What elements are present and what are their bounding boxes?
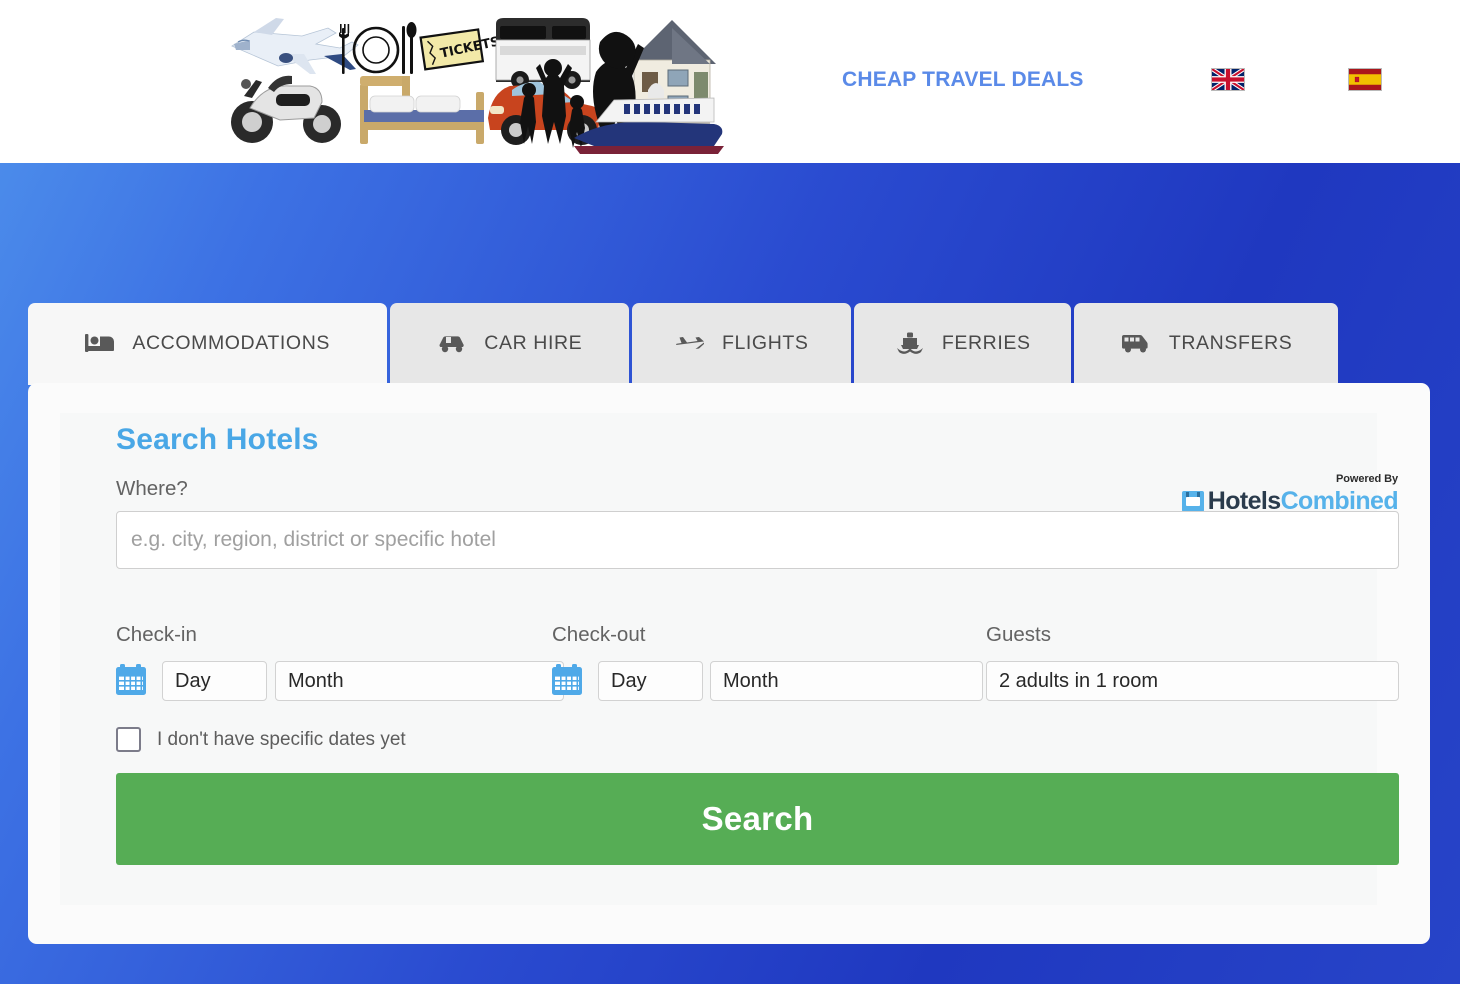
checkout-calendar-icon[interactable] (551, 663, 583, 696)
ferry-icon (895, 332, 925, 354)
guests-label: Guests (986, 623, 1051, 646)
plane-icon (675, 332, 705, 354)
brand-tagline[interactable]: CHEAP TRAVEL DEALS (842, 68, 1084, 92)
tab-car-hire[interactable]: CAR HIRE (390, 303, 630, 385)
tab-accommodations[interactable]: ACCOMMODATIONS (28, 303, 388, 385)
tab-label: TRANSFERS (1168, 331, 1293, 354)
no-specific-dates-label: I don't have specific dates yet (157, 728, 406, 750)
spain-flag-icon[interactable] (1348, 68, 1382, 91)
where-label: Where? (116, 477, 188, 500)
where-input[interactable] (116, 511, 1399, 569)
uk-flag-icon[interactable] (1211, 68, 1245, 91)
hotelscombined-mark-icon (1181, 491, 1204, 512)
tab-flights[interactable]: FLIGHTS (632, 303, 852, 385)
checkin-day-select[interactable]: Day (162, 661, 267, 701)
travel-collage-image: TICKETS (224, 6, 734, 156)
car-icon (437, 332, 467, 354)
search-card: Search Hotels Powered By HotelsCombined … (28, 383, 1430, 944)
tab-label: CAR HIRE (484, 331, 583, 354)
checkout-label: Check-out (552, 623, 646, 646)
search-panel: Search Hotels Powered By HotelsCombined … (60, 413, 1399, 905)
guests-select[interactable]: 2 adults in 1 room (986, 661, 1399, 701)
page-title: Search Hotels (116, 423, 319, 456)
checkin-label: Check-in (116, 623, 197, 646)
checkin-month-select[interactable]: Month (275, 661, 564, 701)
checkout-day-select[interactable]: Day (598, 661, 703, 701)
checkout-month-select[interactable]: Month (710, 661, 983, 701)
search-type-tabs: ACCOMMODATIONS CAR HIRE FLIGHTS FERRIES … (28, 303, 1338, 385)
tab-transfers[interactable]: TRANSFERS (1074, 303, 1338, 385)
no-specific-dates-checkbox[interactable] (116, 727, 141, 752)
page-header: TICKETS CHEAP TRAVEL DEALS (0, 0, 1460, 163)
tab-label: ACCOMMODATIONS (132, 331, 330, 354)
powered-by-label: Powered By (1336, 473, 1398, 485)
no-specific-dates-row[interactable]: I don't have specific dates yet (116, 727, 406, 752)
tab-label: FLIGHTS (721, 331, 809, 354)
tab-ferries[interactable]: FERRIES (854, 303, 1072, 385)
van-icon (1120, 332, 1152, 354)
search-button[interactable]: Search (116, 773, 1399, 865)
checkin-calendar-icon[interactable] (115, 663, 147, 696)
tab-label: FERRIES (941, 331, 1031, 354)
bed-icon (85, 332, 115, 354)
